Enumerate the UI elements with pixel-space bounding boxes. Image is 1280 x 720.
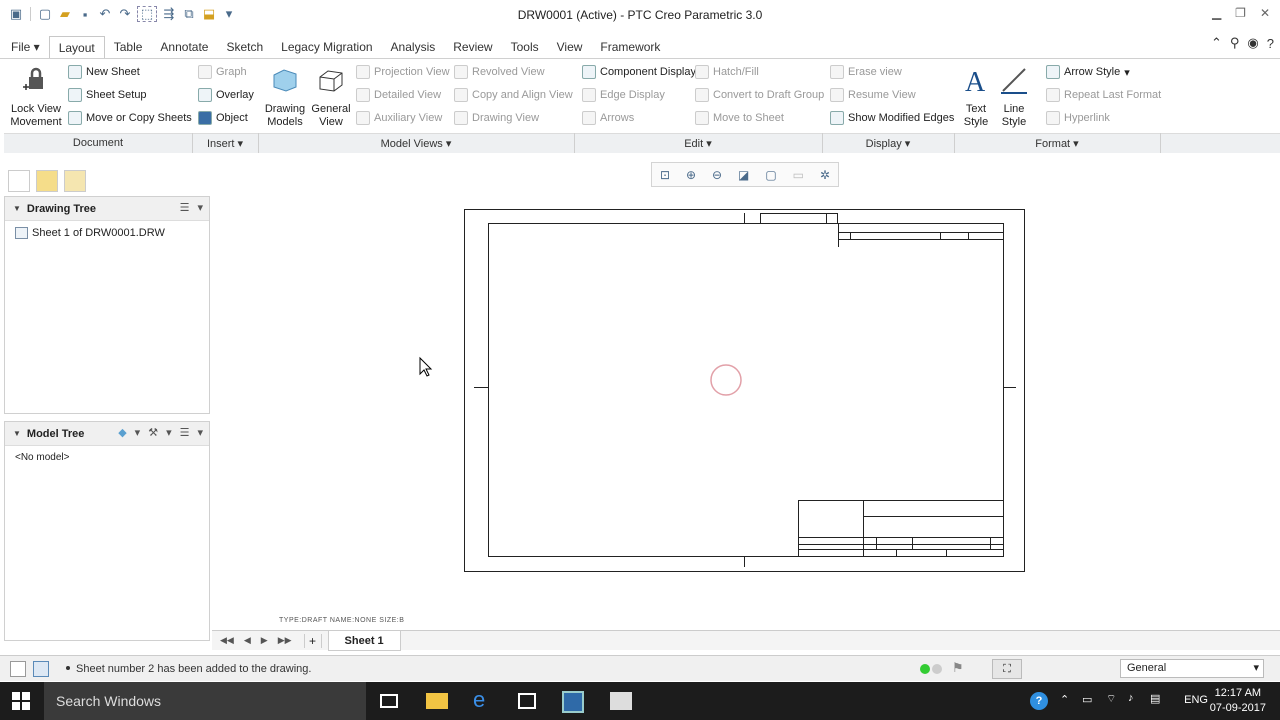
- status-bar: Sheet number 2 has been added to the dra…: [0, 655, 1280, 681]
- creo-app-icon[interactable]: [562, 691, 584, 713]
- edge-browser-icon[interactable]: e: [473, 687, 495, 712]
- language-indicator[interactable]: ENG: [1184, 694, 1208, 706]
- sheet-border: [464, 209, 1025, 572]
- drawing-frame: [488, 223, 1004, 557]
- sheet-nav: ◀◀ ◀ ▶ ▶▶: [212, 635, 292, 646]
- next-sheet-icon[interactable]: ▶: [261, 635, 268, 646]
- flag-icon[interactable]: ⚑: [952, 660, 964, 676]
- first-sheet-icon[interactable]: ◀◀: [220, 635, 234, 646]
- title-block: [798, 500, 1004, 557]
- mouse-cursor: [419, 356, 433, 377]
- task-view-icon[interactable]: [380, 694, 398, 708]
- status-message: Sheet number 2 has been added to the dra…: [76, 663, 312, 675]
- wifi-icon[interactable]: ⌔: [1106, 692, 1116, 706]
- tray-chevron-icon[interactable]: ⌃: [1060, 693, 1069, 706]
- windows-start-icon[interactable]: [12, 692, 30, 710]
- photos-icon[interactable]: [610, 692, 632, 710]
- browser-toggle-icon[interactable]: [33, 661, 49, 677]
- windows-taskbar: Search Windows e ? ⌃ ▭ ⌔ ♪ ▤ ENG 12:17 A…: [0, 682, 1280, 720]
- message-bullet-icon: [66, 666, 70, 670]
- navigator-toggle-icon[interactable]: [10, 661, 26, 677]
- dropdown-icon[interactable]: ▾: [1253, 660, 1259, 677]
- regen-status-dim-icon: [932, 664, 942, 674]
- file-explorer-icon[interactable]: [426, 693, 448, 709]
- taskbar-search[interactable]: Search Windows: [44, 682, 366, 720]
- drawing-sheet: [419, 209, 1025, 572]
- last-sheet-icon[interactable]: ▶▶: [278, 635, 292, 646]
- store-icon[interactable]: [518, 693, 536, 709]
- busy-indicator: [710, 364, 742, 396]
- prev-sheet-icon[interactable]: ◀: [244, 635, 251, 646]
- notification-icon[interactable]: ▤: [1150, 692, 1160, 705]
- find-icon[interactable]: ⛶: [992, 659, 1022, 679]
- battery-icon[interactable]: ▭: [1082, 693, 1092, 706]
- taskbar-clock[interactable]: 12:17 AM 07-09-2017: [1210, 686, 1266, 716]
- sheet-tabs-bar: ◀◀ ◀ ▶ ▶▶ + Sheet 1: [212, 630, 1280, 651]
- selection-filter[interactable]: General ▾: [1120, 659, 1264, 678]
- sheet-tab-1[interactable]: Sheet 1: [327, 630, 401, 651]
- help-tray-icon[interactable]: ?: [1030, 692, 1048, 710]
- volume-icon[interactable]: ♪: [1128, 692, 1134, 704]
- sheet-info: TYPE:DRAFT NAME:NONE SIZE:B: [279, 617, 405, 624]
- add-sheet-button[interactable]: +: [303, 633, 322, 648]
- regen-status-icon: [920, 664, 930, 674]
